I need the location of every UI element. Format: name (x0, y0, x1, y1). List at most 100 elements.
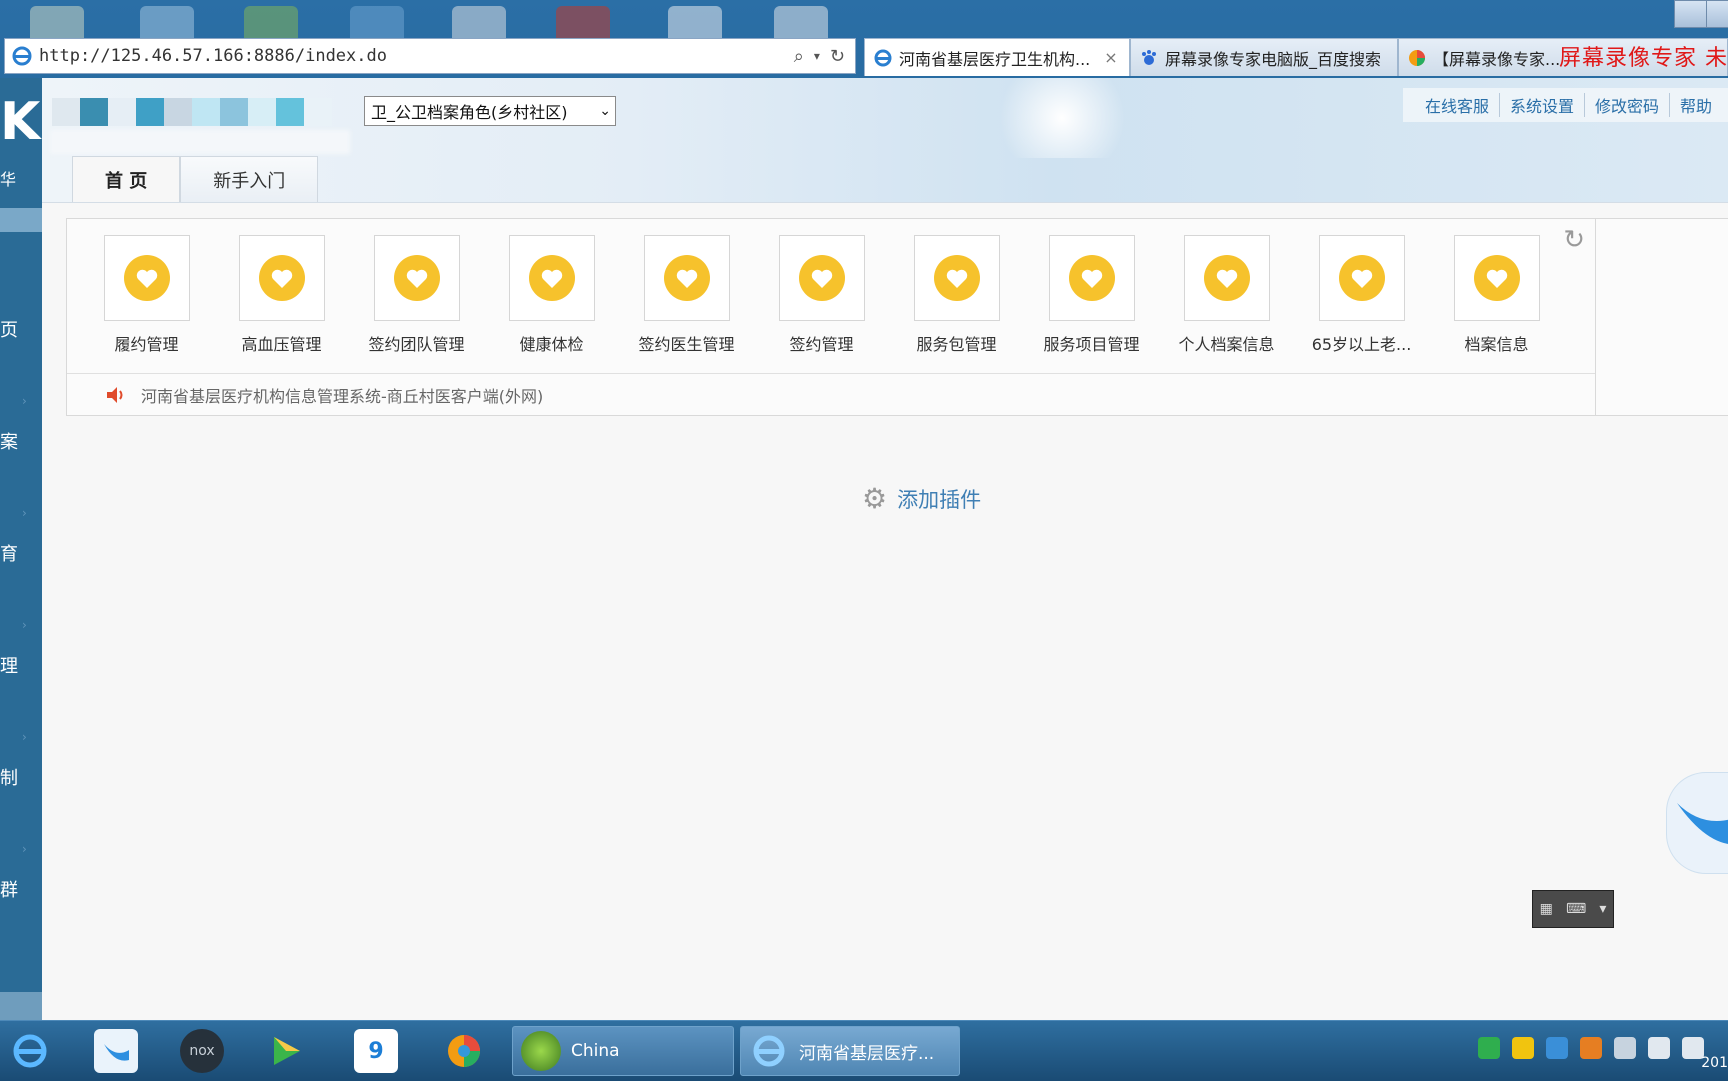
shortcut-panel: 履约管理 高血压管理 签约团队管理 健康体检 签约医生管理 签约管理 服务包管理 服务项目管理… (66, 218, 1596, 416)
shortcut-tile[interactable] (508, 235, 595, 321)
colorful-ball-icon (1409, 49, 1425, 66)
heart-icon (798, 255, 845, 301)
taskbar: nox 9 China 河南省基层医疗... 201 (0, 1020, 1728, 1081)
floating-assistant[interactable] (1666, 772, 1728, 874)
app-tabs: 首 页 新手入门 (72, 156, 319, 202)
app-header: 卫_公卫档案角色(乡村社区) ⌄ 在线客服 系统设置 修改密码 帮助 首 页 新… (42, 78, 1728, 203)
tray-icon[interactable] (1546, 1037, 1568, 1059)
search-icon[interactable]: ⌕ (794, 46, 804, 67)
shortcut-tile[interactable] (1453, 235, 1540, 321)
role-select[interactable]: 卫_公卫档案角色(乡村社区) ⌄ (364, 96, 616, 126)
taskbar-task-china[interactable]: China (512, 1026, 734, 1076)
tab-home[interactable]: 首 页 (72, 156, 181, 202)
sidebar-item[interactable]: 理 (0, 652, 18, 678)
shortcut-tile[interactable] (238, 235, 325, 321)
ie-taskbar-icon[interactable] (8, 1029, 52, 1073)
chrome-like-icon[interactable] (442, 1029, 486, 1073)
shortcut-tile[interactable] (913, 235, 1000, 321)
role-select-value: 卫_公卫档案角色(乡村社区) (371, 103, 568, 122)
address-bar[interactable]: http://125.46.57.166:8886/index.do ⌕ ▾ ↻ (4, 38, 856, 74)
shortcut-item[interactable]: 档案信息 (1429, 235, 1564, 355)
tray-icon[interactable] (1614, 1037, 1636, 1059)
panel-right-area (1596, 218, 1728, 416)
dropdown-icon[interactable]: ▾ (814, 49, 820, 63)
address-url[interactable]: http://125.46.57.166:8886/index.do (39, 46, 794, 66)
refresh-icon[interactable]: ↻ (830, 46, 845, 67)
browser-tab-label: 屏幕录像专家电脑版_百度搜索 (1165, 49, 1382, 69)
close-tab-icon[interactable]: × (1104, 48, 1117, 67)
shortcut-tile[interactable] (643, 235, 730, 321)
sidebar-item[interactable]: 育 (0, 540, 18, 566)
nox-icon[interactable]: nox (180, 1029, 224, 1073)
link-change-password[interactable]: 修改密码 (1585, 93, 1670, 117)
link-system-settings[interactable]: 系统设置 (1500, 93, 1585, 117)
heart-icon (1203, 255, 1250, 301)
link-online-service[interactable]: 在线客服 (1415, 93, 1500, 117)
speaker-icon (107, 387, 123, 403)
refresh-icon[interactable]: ↻ (1563, 225, 1585, 255)
sidebar-item[interactable]: 页 (0, 316, 18, 342)
taskbar-task-browser[interactable]: 河南省基层医疗... (740, 1026, 960, 1076)
browser-tab[interactable]: 屏幕录像专家电脑版_百度搜索 (1130, 38, 1398, 76)
play-icon[interactable] (264, 1029, 308, 1073)
shortcut-label: 签约管理 (789, 335, 854, 354)
shortcut-tile[interactable] (1183, 235, 1270, 321)
shortcut-item[interactable]: 签约医生管理 (619, 235, 754, 355)
gear-icon: ⚙ (862, 482, 888, 515)
tab-getting-started[interactable]: 新手入门 (180, 156, 319, 202)
feishu-bird-icon[interactable] (94, 1029, 138, 1073)
sidebar-top-text: 华 (0, 170, 17, 189)
left-sidebar: K 华 页 › 案 › 育 › 理 › 制 › 群 (0, 78, 43, 1020)
shortcut-label: 65岁以上老... (1311, 335, 1412, 354)
shortcut-item[interactable]: 65岁以上老... (1294, 235, 1429, 355)
shortcut-tile[interactable] (778, 235, 865, 321)
shortcut-label: 签约团队管理 (368, 335, 465, 354)
add-plugin-label: 添加插件 (897, 487, 982, 512)
add-plugin-button[interactable]: ⚙ 添加插件 (862, 482, 981, 515)
tray-icon[interactable] (1512, 1037, 1534, 1059)
system-tray (1478, 1037, 1704, 1059)
clock: 201 (1701, 1055, 1728, 1071)
sidebar-item[interactable]: 案 (0, 428, 18, 454)
baidu-paw-icon (1142, 49, 1156, 65)
shortcut-item[interactable]: 服务项目管理 (1024, 235, 1159, 355)
shortcut-label: 履约管理 (114, 335, 179, 354)
shortcut-tile[interactable] (1318, 235, 1405, 321)
shortcut-item[interactable]: 签约团队管理 (349, 235, 484, 355)
ie-icon (874, 49, 892, 66)
shortcut-item[interactable]: 个人档案信息 (1159, 235, 1294, 355)
shortcut-tile[interactable] (103, 235, 190, 321)
notice-text: 河南省基层医疗机构信息管理系统-商丘村医客户端(外网) (141, 387, 544, 406)
browser-tab-label: 河南省基层医疗卫生机构... (899, 49, 1091, 69)
shortcut-tile[interactable] (1048, 235, 1135, 321)
qq-icon[interactable] (1580, 1037, 1602, 1059)
tray-icon[interactable] (1478, 1037, 1500, 1059)
heart-icon (1068, 255, 1115, 301)
sidebar-item[interactable]: 制 (0, 764, 18, 790)
heart-icon (393, 255, 440, 301)
top-links: 在线客服 系统设置 修改密码 帮助 (1402, 88, 1728, 122)
shortcut-item[interactable]: 履约管理 (79, 235, 214, 355)
sidebar-item[interactable]: 群 (0, 876, 18, 902)
blurred-logo (52, 98, 332, 126)
minimize-button[interactable] (1674, 0, 1710, 28)
shortcut-item[interactable]: 高血压管理 (214, 235, 349, 355)
shortcut-item[interactable]: 服务包管理 (889, 235, 1024, 355)
shortcut-item[interactable]: 健康体检 (484, 235, 619, 355)
heart-icon (663, 255, 710, 301)
logo-icon: K (0, 92, 41, 152)
signal-icon[interactable] (1648, 1037, 1670, 1059)
heart-icon (528, 255, 575, 301)
shortcut-tile[interactable] (373, 235, 460, 321)
shortcut-item[interactable]: 签约管理 (754, 235, 889, 355)
browser-tab-active[interactable]: 河南省基层医疗卫生机构... × (864, 38, 1130, 76)
app-9-icon[interactable]: 9 (354, 1029, 398, 1073)
heart-icon (123, 255, 170, 301)
heart-icon (1473, 255, 1520, 301)
link-help[interactable]: 帮助 (1670, 93, 1722, 117)
taskbar-task-label: China (571, 1041, 620, 1061)
chevron-down-icon: ⌄ (599, 103, 611, 119)
restore-button[interactable] (1706, 0, 1728, 28)
browser-tab-label: 【屏幕录像专家... (1433, 49, 1561, 69)
input-method-widget[interactable]: ▦ ⌨ ▾ (1532, 890, 1614, 928)
